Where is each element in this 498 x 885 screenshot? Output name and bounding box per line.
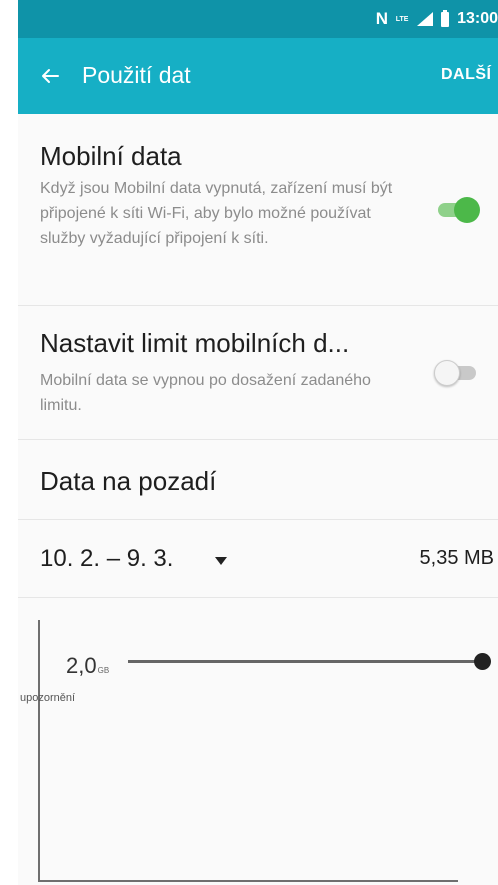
mobile-data-setting[interactable]: Mobilní data Když jsou Mobilní data vypn… [18,114,498,306]
mobile-data-description: Když jsou Mobilní data vypnutá, zařízení… [40,180,393,247]
data-limit-setting[interactable]: Nastavit limit mobilních d... Mobilní da… [18,306,498,440]
warning-label: upozornění [20,692,76,704]
usage-cycle-selector[interactable]: 10. 2. – 9. 3. [40,545,173,573]
nfc-icon: N [375,9,388,28]
toggle-thumb [434,360,460,386]
warning-limit-handle[interactable] [474,653,491,670]
warning-unit: GB [97,666,110,675]
phone-screen: N LTE 13:00 Použití dat DALŠÍ Mobilní da… [18,0,498,885]
warning-value: 2,0 [66,653,97,678]
page-title: Použití dat [82,62,191,88]
mobile-data-title: Mobilní data [40,141,182,171]
usage-cycle-row: 10. 2. – 9. 3. 5,35 MB [18,520,498,598]
chart-x-axis [38,880,458,882]
data-limit-toggle[interactable] [434,359,482,387]
signal-icon [417,12,434,26]
usage-total: 5,35 MB [419,547,494,569]
lte-icon: LTE [395,15,409,23]
data-limit-title: Nastavit limit mobilních d... [40,328,350,358]
background-data-title: Data na pozadí [40,466,217,496]
status-bar: N LTE 13:00 [18,0,498,38]
more-button[interactable]: DALŠÍ [441,66,492,84]
dropdown-icon[interactable] [215,557,227,565]
warning-limit-line[interactable] [128,660,484,663]
back-arrow-icon[interactable] [34,60,66,92]
warning-limit-value: 2,0GB [66,653,109,679]
background-data-setting[interactable]: Data na pozadí [18,440,498,520]
status-time: 13:00 [457,10,498,27]
status-icons: N LTE 13:00 [376,0,498,38]
toggle-thumb [454,197,480,223]
app-bar: Použití dat DALŠÍ [18,38,498,114]
usage-chart: 2,0GB upozornění [18,600,498,885]
chart-y-axis [38,620,40,882]
battery-icon [441,9,450,27]
mobile-data-toggle[interactable] [434,196,482,224]
data-limit-description: Mobilní data se vypnou po dosažení zadan… [40,372,371,414]
